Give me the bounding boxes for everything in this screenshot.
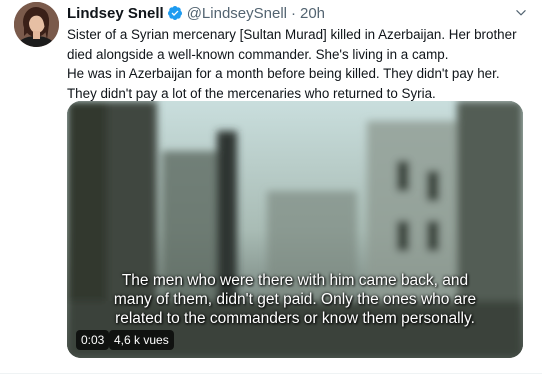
author-name[interactable]: Lindsey Snell — [67, 5, 164, 22]
tweet-text: Sister of a Syrian mercenary [Sultan Mur… — [67, 25, 537, 103]
avatar[interactable] — [14, 2, 59, 47]
subtitle-line: The men who were there with him came bac… — [121, 272, 469, 289]
author-handle[interactable]: @LindseySnell — [187, 5, 287, 22]
video-subtitles: The men who were there with him came bac… — [67, 271, 523, 328]
tweet-text-line: Sister of a Syrian mercenary [Sultan Mur… — [67, 27, 517, 42]
separator-dot: · — [291, 4, 296, 22]
more-options-icon[interactable] — [512, 2, 530, 20]
video-player[interactable]: The men who were there with him came bac… — [67, 101, 523, 358]
video-duration-badge: 0:03 — [76, 330, 110, 350]
tweet-text-line: He was in Azerbaijan for a month before … — [67, 66, 500, 82]
tweet-text-line: died alongside a well-known commander. S… — [67, 46, 449, 62]
verified-badge-icon — [167, 5, 183, 21]
tweet-header: Lindsey Snell @LindseySnell · 20h — [67, 3, 528, 23]
video-views-badge: 4,6 k vues — [109, 330, 174, 350]
tweet-timestamp[interactable]: 20h — [300, 5, 325, 22]
subtitle-line: many of them, didn't get paid. Only the … — [113, 291, 477, 308]
subtitle-line: related to the commanders or know them p… — [115, 310, 475, 327]
tweet[interactable]: Lindsey Snell @LindseySnell · 20h Sister… — [0, 0, 542, 374]
